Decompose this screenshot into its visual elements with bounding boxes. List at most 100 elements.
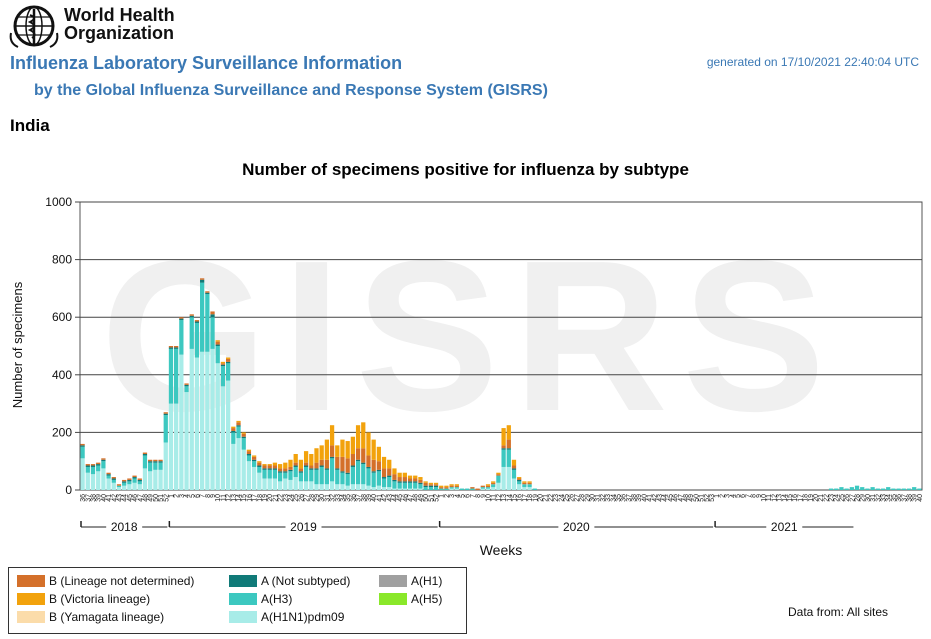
bar-a-h1n1-pdm09	[205, 351, 210, 490]
bar-a-not-subtyped	[314, 468, 319, 470]
bar-b-victoria-lineage	[501, 428, 506, 446]
bar-b-lineage-not-determined	[392, 474, 397, 480]
bar-a-h3	[210, 317, 215, 349]
bar-a-not-subtyped	[111, 478, 116, 480]
y-tick-label: 800	[52, 253, 72, 267]
bar-a-not-subtyped	[340, 471, 345, 473]
bar-b-lineage-not-determined	[111, 477, 116, 479]
bar-a-h3	[335, 469, 340, 485]
bar-a-not-subtyped	[361, 462, 366, 465]
bar-a-h3	[413, 482, 418, 489]
bar-a-h1n1-pdm09	[106, 478, 111, 490]
bar-b-lineage-not-determined	[116, 484, 122, 486]
bar-b-lineage-not-determined	[413, 478, 418, 482]
bar-a-not-subtyped	[371, 471, 376, 473]
bar-a-h3	[85, 466, 90, 473]
bar-a-h1n1-pdm09	[111, 482, 116, 490]
bar-a-not-subtyped	[267, 468, 272, 470]
bar-a-not-subtyped	[137, 479, 142, 482]
bar-a-h3	[517, 481, 522, 485]
legend-swatch	[229, 593, 257, 605]
bar-a-h3	[397, 482, 402, 489]
bar-b-victoria-lineage	[324, 439, 330, 460]
bar-a-h3	[236, 426, 241, 439]
bar-a-h1n1-pdm09	[174, 403, 179, 490]
bar-b-lineage-not-determined	[522, 482, 527, 485]
bar-a-not-subtyped	[215, 344, 220, 346]
bar-a-h3	[80, 446, 85, 459]
bar-b-lineage-not-determined	[288, 466, 293, 470]
bar-a-h3	[506, 449, 511, 467]
bar-b-victoria-lineage	[303, 451, 309, 463]
bar-a-h3	[891, 488, 896, 490]
bar-b-lineage-not-determined	[402, 477, 407, 482]
bar-b-victoria-lineage	[454, 484, 459, 486]
bar-a-h1n1-pdm09	[449, 488, 454, 490]
bar-a-h3	[324, 469, 330, 485]
bar-a-not-subtyped	[163, 413, 168, 416]
bar-a-not-subtyped	[283, 471, 288, 473]
bar-b-lineage-not-determined	[407, 478, 413, 482]
bar-a-not-subtyped	[262, 468, 267, 470]
bar-a-h1n1-pdm09	[163, 442, 168, 490]
bar-a-not-subtyped	[257, 465, 262, 467]
bar-a-h3	[303, 466, 309, 482]
legend-label: A(H3)	[261, 592, 293, 606]
bar-b-lineage-not-determined	[496, 474, 501, 476]
bar-b-lineage-not-determined	[90, 464, 96, 466]
bar-a-not-subtyped	[85, 465, 90, 467]
axes: 3637383940414243444546474849505152123456…	[80, 494, 924, 534]
chart: GISRS 02004006008001000 3637383940414243…	[10, 195, 924, 558]
bar-b-lineage-not-determined	[277, 468, 283, 472]
bar-a-not-subtyped	[329, 456, 335, 459]
bar-b-lineage-not-determined	[267, 465, 272, 469]
bar-a-h3	[200, 282, 205, 352]
bar-a-h3	[433, 487, 439, 490]
bar-a-not-subtyped	[397, 481, 402, 483]
legend-item-b-lineage-not-determined: B (Lineage not determined)	[17, 574, 194, 588]
bar-a-not-subtyped	[319, 465, 324, 467]
bar-b-victoria-lineage	[329, 425, 335, 446]
bar-b-victoria-lineage	[220, 361, 226, 364]
bar-a-h1n1-pdm09	[496, 482, 501, 490]
y-tick-label: 200	[52, 425, 72, 439]
bar-a-h1n1-pdm09	[184, 392, 189, 490]
bar-b-victoria-lineage	[350, 436, 355, 454]
bar-b-victoria-lineage	[413, 475, 418, 479]
bar-b-lineage-not-determined	[350, 454, 355, 466]
bar-b-victoria-lineage	[397, 472, 402, 478]
bar-a-h3	[262, 469, 267, 479]
bar-a-not-subtyped	[407, 481, 413, 483]
bar-b-victoria-lineage	[506, 425, 511, 440]
bar-b-lineage-not-determined	[387, 468, 392, 476]
bar-a-h3	[875, 488, 880, 490]
bar-a-not-subtyped	[277, 471, 283, 473]
bar-a-h1n1-pdm09	[148, 471, 153, 490]
bar-b-victoria-lineage	[277, 464, 283, 469]
bar-a-h1n1-pdm09	[319, 484, 324, 490]
y-tick-label: 600	[52, 310, 72, 324]
bar-b-victoria-lineage	[428, 482, 433, 485]
year-label: 2020	[563, 520, 590, 534]
bar-a-h3	[355, 461, 361, 485]
bar-b-victoria-lineage	[293, 454, 298, 463]
bar-a-h1n1-pdm09	[251, 466, 257, 490]
legend-item-a-h5: A(H5)	[379, 592, 442, 606]
bar-a-h1n1-pdm09	[366, 485, 371, 490]
bar-a-h1n1-pdm09	[293, 477, 298, 490]
bar-a-h1n1-pdm09	[189, 348, 194, 490]
bar-b-victoria-lineage	[314, 448, 319, 463]
bar-a-h3	[350, 466, 355, 485]
bar-b-lineage-not-determined	[527, 482, 532, 485]
bar-b-victoria-lineage	[298, 459, 304, 469]
bar-a-h3	[142, 455, 148, 469]
bar-b-lineage-not-determined	[158, 459, 163, 462]
bar-a-h3	[532, 488, 537, 490]
bar-a-h1n1-pdm09	[335, 484, 340, 490]
data-source: Data from: All sites	[788, 605, 889, 619]
bar-b-victoria-lineage	[439, 485, 444, 488]
bar-a-h3	[428, 487, 433, 490]
bar-b-victoria-lineage	[272, 462, 278, 466]
bar-b-lineage-not-determined	[335, 456, 340, 469]
bar-a-not-subtyped	[433, 485, 439, 488]
